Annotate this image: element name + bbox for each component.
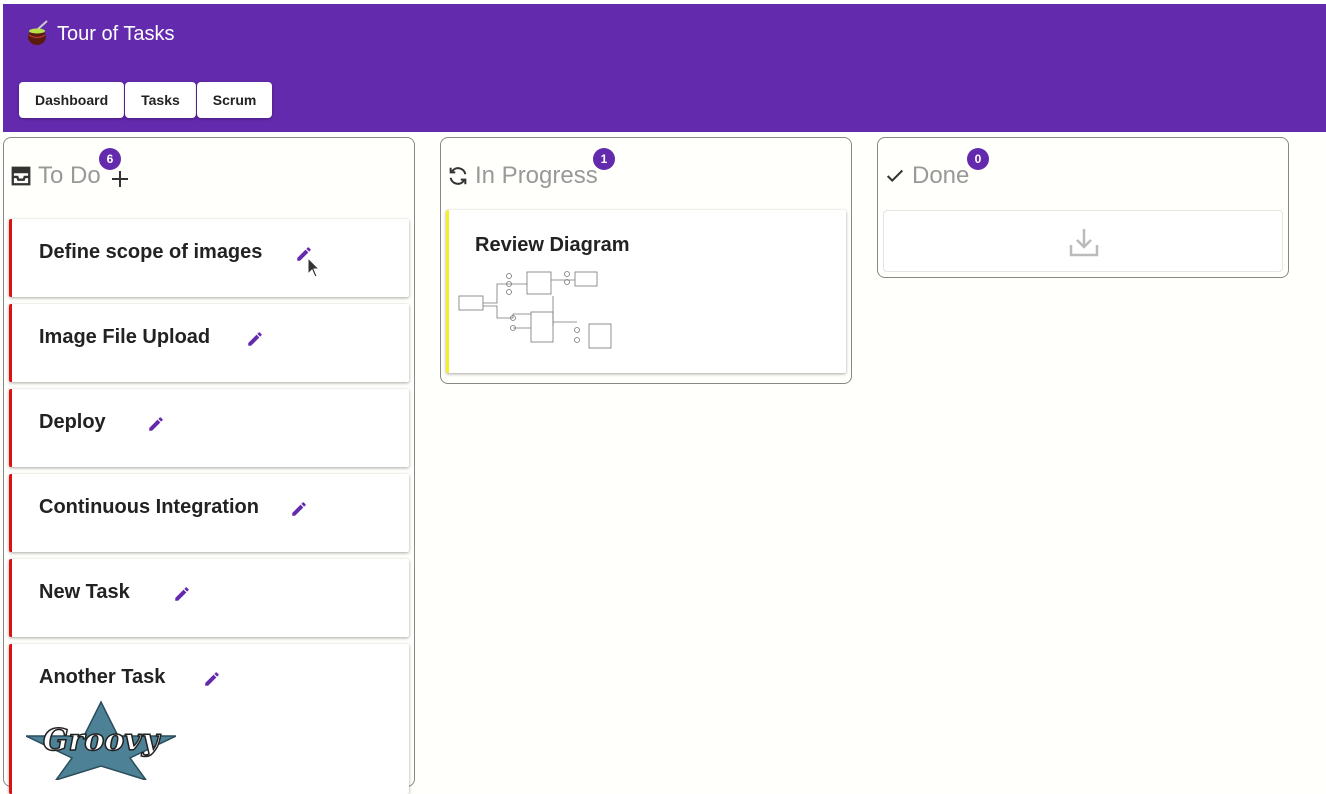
check-icon xyxy=(886,169,904,183)
done-column: Done 0 xyxy=(877,137,1289,278)
task-title: New Task xyxy=(39,581,130,603)
edit-icon[interactable] xyxy=(147,415,165,433)
in-progress-count-badge: 1 xyxy=(593,148,615,170)
todo-column-header: To Do xyxy=(10,160,101,192)
groovy-logo-image: Groovy xyxy=(26,700,176,780)
app-header: Tour of Tasks Dashboard Tasks Scrum xyxy=(3,4,1326,132)
todo-column: To Do 6 Define scope of images Image Fil… xyxy=(3,137,415,794)
drop-zone[interactable] xyxy=(883,210,1283,272)
groovy-logo-text: Groovy xyxy=(43,723,162,758)
nav-scrum-button[interactable]: Scrum xyxy=(196,82,273,118)
nav-dashboard-button[interactable]: Dashboard xyxy=(19,82,125,118)
task-card[interactable]: New Task xyxy=(9,559,409,637)
app-title: Tour of Tasks xyxy=(57,22,175,45)
task-card[interactable]: Image File Upload xyxy=(9,304,409,382)
add-task-icon[interactable] xyxy=(109,168,131,190)
in-progress-column-header: In Progress xyxy=(447,160,598,192)
nav-tasks-button[interactable]: Tasks xyxy=(125,82,196,118)
task-title: Image File Upload xyxy=(39,326,211,348)
nav-bar: Dashboard Tasks Scrum xyxy=(19,82,273,118)
task-title: Deploy xyxy=(39,411,106,433)
task-title: Another Task xyxy=(39,666,166,688)
task-card[interactable]: Define scope of images xyxy=(9,219,409,297)
task-title: Continuous Integration xyxy=(39,496,259,518)
task-card[interactable]: Another Task Groovy xyxy=(9,644,409,794)
edit-icon[interactable] xyxy=(203,670,221,688)
task-title: Define scope of images xyxy=(39,241,263,263)
done-column-header: Done xyxy=(884,160,969,192)
task-card[interactable]: Continuous Integration xyxy=(9,474,409,552)
edit-icon[interactable] xyxy=(290,500,308,518)
download-icon xyxy=(1069,229,1099,257)
done-count-badge: 0 xyxy=(967,148,989,170)
sync-icon xyxy=(449,167,467,185)
todo-count-badge: 6 xyxy=(99,148,121,170)
todo-column-title: To Do xyxy=(38,162,101,189)
mouse-cursor-icon xyxy=(307,257,321,278)
in-progress-column-title: In Progress xyxy=(475,162,598,189)
inbox-icon xyxy=(11,166,31,186)
edit-icon[interactable] xyxy=(173,585,191,603)
task-title: Review Diagram xyxy=(475,234,630,256)
task-card[interactable]: Review Diagram xyxy=(446,210,846,373)
done-column-title: Done xyxy=(912,162,970,189)
edit-icon[interactable] xyxy=(246,330,264,348)
mate-gourd-icon xyxy=(28,20,48,45)
in-progress-column: In Progress 1 Review Diagram xyxy=(440,137,852,384)
task-card[interactable]: Deploy xyxy=(9,389,409,467)
diagram-thumbnail-image xyxy=(458,271,612,349)
brand[interactable]: Tour of Tasks xyxy=(25,20,174,48)
